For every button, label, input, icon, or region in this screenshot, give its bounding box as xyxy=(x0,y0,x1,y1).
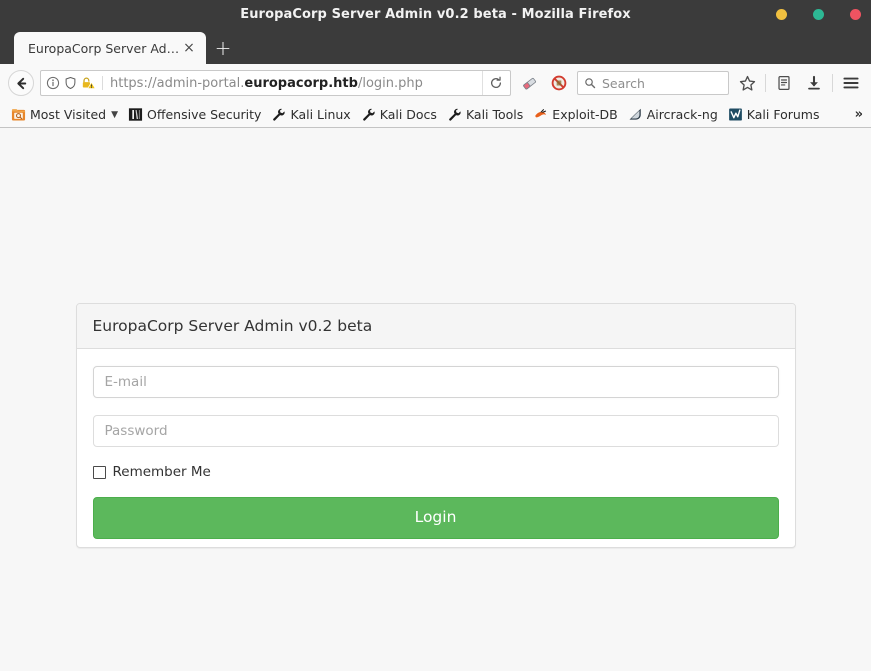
bookmark-label: Kali Forums xyxy=(747,107,820,122)
downloads-icon[interactable] xyxy=(802,70,826,96)
kali-wrench-icon xyxy=(447,107,462,122)
back-arrow-icon xyxy=(14,76,29,91)
url-bar[interactable]: https://admin-portal.europacorp.htb/logi… xyxy=(40,70,511,96)
bookmark-kali-tools[interactable]: Kali Tools xyxy=(442,104,528,126)
window-controls xyxy=(776,0,861,28)
remember-me-row[interactable]: Remember Me xyxy=(93,464,779,480)
tab-close-icon[interactable]: × xyxy=(180,39,198,57)
remember-me-checkbox[interactable] xyxy=(93,466,106,479)
url-prefix: https://admin-portal. xyxy=(110,76,244,91)
close-button[interactable] xyxy=(850,9,861,20)
reload-button[interactable] xyxy=(482,71,508,95)
noscript-glyph xyxy=(550,74,568,92)
bookmark-label: Aircrack-ng xyxy=(647,107,718,122)
chevron-down-icon: ▼ xyxy=(111,110,118,120)
toolbar-divider-2 xyxy=(832,74,833,92)
url-text[interactable]: https://admin-portal.europacorp.htb/logi… xyxy=(110,76,482,91)
navigation-toolbar: https://admin-portal.europacorp.htb/logi… xyxy=(0,64,871,102)
bookmark-offensive-security[interactable]: Offensive Security xyxy=(123,104,266,126)
login-panel-body: Remember Me Login xyxy=(77,349,795,548)
insecure-lock-warning-icon[interactable] xyxy=(81,76,96,90)
new-tab-button[interactable]: + xyxy=(206,32,240,64)
hamburger-glyph xyxy=(842,75,860,91)
email-field[interactable] xyxy=(93,366,779,398)
login-panel: EuropaCorp Server Admin v0.2 beta Rememb… xyxy=(76,303,796,548)
bookmarks-overflow-button[interactable]: » xyxy=(855,107,863,122)
search-box[interactable]: Search xyxy=(577,71,729,95)
url-domain: europacorp.htb xyxy=(244,76,358,91)
bookmark-star-icon[interactable] xyxy=(735,70,759,96)
bookmark-label: Kali Linux xyxy=(290,107,350,122)
back-button[interactable] xyxy=(8,70,34,96)
kali-wrench-icon xyxy=(271,107,286,122)
library-icon[interactable] xyxy=(772,70,796,96)
tab-title: EuropaCorp Server Admi… xyxy=(28,41,180,56)
login-button[interactable]: Login xyxy=(93,497,779,539)
page-title: EuropaCorp Server Admin v0.2 beta xyxy=(93,317,373,335)
kali-forums-icon xyxy=(728,107,743,122)
bookmark-label: Most Visited xyxy=(30,107,106,122)
library-glyph xyxy=(776,75,792,91)
tab-strip: EuropaCorp Server Admi… × + xyxy=(0,28,871,64)
maximize-button[interactable] xyxy=(813,9,824,20)
offensive-security-icon xyxy=(128,107,143,122)
bookmark-exploit-db[interactable]: Exploit-DB xyxy=(528,104,622,126)
eraser-glyph xyxy=(520,74,539,93)
window-title: EuropaCorp Server Admin v0.2 beta - Mozi… xyxy=(240,7,631,22)
toolbar-divider xyxy=(765,74,766,92)
browser-tab[interactable]: EuropaCorp Server Admi… × xyxy=(14,32,206,64)
info-icon[interactable] xyxy=(46,76,60,90)
star-glyph xyxy=(739,75,756,92)
shield-icon[interactable] xyxy=(64,76,77,90)
remember-me-label: Remember Me xyxy=(113,464,211,480)
url-suffix: /login.php xyxy=(358,76,423,91)
bookmark-label: Exploit-DB xyxy=(552,107,617,122)
search-icon xyxy=(584,77,596,89)
search-placeholder: Search xyxy=(602,76,645,91)
exploit-db-icon xyxy=(533,107,548,122)
bookmark-kali-docs[interactable]: Kali Docs xyxy=(356,104,442,126)
minimize-button[interactable] xyxy=(776,9,787,20)
download-arrow-glyph xyxy=(806,75,822,91)
bookmarks-toolbar: Most Visited ▼ Offensive Security Kali L… xyxy=(0,102,871,128)
password-field[interactable] xyxy=(93,415,779,447)
bookmark-most-visited[interactable]: Most Visited ▼ xyxy=(6,104,123,126)
menu-icon[interactable] xyxy=(839,70,863,96)
bookmark-kali-linux[interactable]: Kali Linux xyxy=(266,104,355,126)
window-titlebar: EuropaCorp Server Admin v0.2 beta - Mozi… xyxy=(0,0,871,28)
page-content: EuropaCorp Server Admin v0.2 beta Rememb… xyxy=(0,128,871,671)
eraser-icon[interactable] xyxy=(517,70,541,96)
login-panel-heading: EuropaCorp Server Admin v0.2 beta xyxy=(77,304,795,349)
bookmark-label: Offensive Security xyxy=(147,107,261,122)
reload-icon xyxy=(489,76,503,90)
most-visited-folder-icon xyxy=(11,107,26,122)
noscript-blocked-icon[interactable] xyxy=(547,70,571,96)
bookmark-kali-forums[interactable]: Kali Forums xyxy=(723,104,825,126)
bookmark-label: Kali Tools xyxy=(466,107,523,122)
bookmark-aircrack-ng[interactable]: Aircrack-ng xyxy=(623,104,723,126)
bookmark-label: Kali Docs xyxy=(380,107,437,122)
aircrack-ng-icon xyxy=(628,107,643,122)
kali-wrench-icon xyxy=(361,107,376,122)
identity-box[interactable] xyxy=(46,76,103,90)
